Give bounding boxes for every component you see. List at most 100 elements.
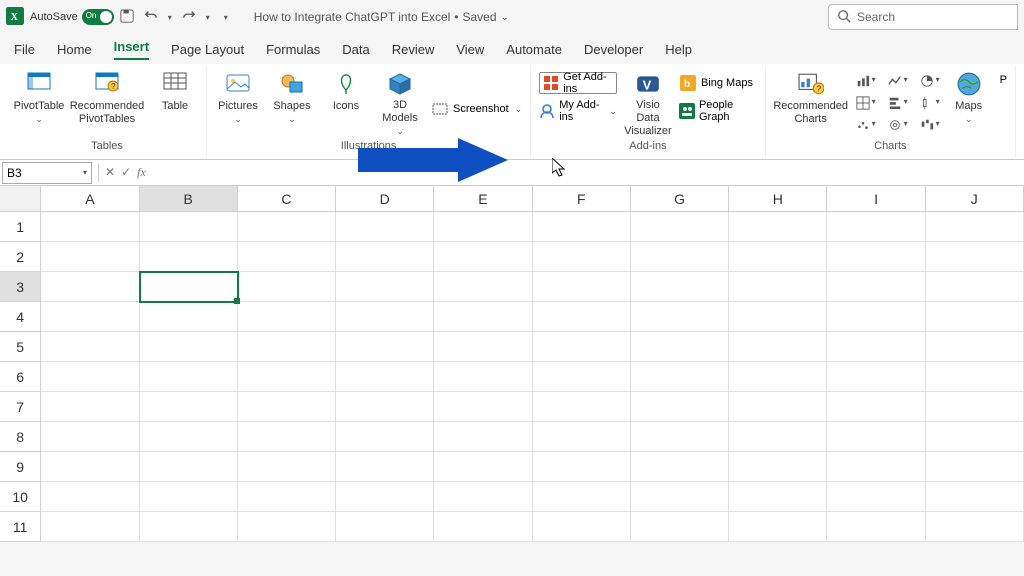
cell[interactable] <box>41 452 139 482</box>
cell[interactable] <box>434 392 532 422</box>
cell[interactable] <box>729 452 827 482</box>
cell[interactable] <box>238 212 336 242</box>
menu-file[interactable]: File <box>14 42 35 57</box>
name-box[interactable]: B3 ▾ <box>2 162 92 184</box>
cell[interactable] <box>533 362 631 392</box>
cell[interactable] <box>827 452 925 482</box>
cell[interactable] <box>631 302 729 332</box>
cell[interactable] <box>926 242 1024 272</box>
cell[interactable] <box>926 422 1024 452</box>
doc-title-chevron-icon[interactable]: ⌄ <box>501 12 509 23</box>
my-addins-button[interactable]: My Add-ins ⌄ <box>539 100 617 122</box>
cell[interactable] <box>827 482 925 512</box>
cell[interactable] <box>926 512 1024 542</box>
cell[interactable] <box>533 302 631 332</box>
row-header[interactable]: 9 <box>0 452 41 482</box>
column-header[interactable]: G <box>631 186 729 211</box>
cell[interactable] <box>434 332 532 362</box>
enter-formula-icon[interactable]: ✓ <box>121 165 131 180</box>
column-header[interactable]: I <box>827 186 925 211</box>
bar-chart-icon[interactable]: ▾ <box>888 94 906 112</box>
cell[interactable] <box>533 332 631 362</box>
cell[interactable] <box>729 332 827 362</box>
cell[interactable] <box>336 362 434 392</box>
cell[interactable] <box>827 512 925 542</box>
cell[interactable] <box>631 422 729 452</box>
cell[interactable] <box>41 242 139 272</box>
cell[interactable] <box>238 242 336 272</box>
cell[interactable] <box>140 482 238 512</box>
cell[interactable] <box>336 392 434 422</box>
cell[interactable] <box>336 512 434 542</box>
row-header[interactable]: 10 <box>0 482 41 512</box>
insert-function-icon[interactable]: fx <box>137 165 146 180</box>
row-header[interactable]: 1 <box>0 212 41 242</box>
cell[interactable] <box>41 512 139 542</box>
table-button[interactable]: Table <box>152 68 198 138</box>
row-header[interactable]: 3 <box>0 272 41 302</box>
shapes-button[interactable]: Shapes⌄ <box>269 68 315 138</box>
cell[interactable] <box>238 452 336 482</box>
get-addins-button[interactable]: Get Add-ins <box>539 72 617 94</box>
cell[interactable] <box>926 302 1024 332</box>
cell[interactable] <box>729 392 827 422</box>
cell[interactable] <box>140 242 238 272</box>
cell[interactable] <box>238 422 336 452</box>
cell[interactable] <box>631 362 729 392</box>
cell[interactable] <box>140 452 238 482</box>
menu-automate[interactable]: Automate <box>506 42 562 57</box>
cell[interactable] <box>926 452 1024 482</box>
pictures-button[interactable]: Pictures⌄ <box>215 68 261 138</box>
people-graph-button[interactable]: People Graph <box>679 100 757 122</box>
cell[interactable] <box>41 362 139 392</box>
column-header[interactable]: J <box>926 186 1024 211</box>
treemap-icon[interactable]: ▾ <box>856 94 874 112</box>
cell[interactable] <box>238 392 336 422</box>
cell[interactable] <box>336 422 434 452</box>
waterfall-chart-icon[interactable]: ▾ <box>920 116 938 134</box>
cell[interactable] <box>631 212 729 242</box>
cell[interactable] <box>41 482 139 512</box>
cancel-formula-icon[interactable]: ✕ <box>105 165 115 180</box>
cell[interactable] <box>140 392 238 422</box>
cell[interactable] <box>827 392 925 422</box>
search-input[interactable]: Search <box>828 4 1018 30</box>
bing-maps-button[interactable]: b Bing Maps <box>679 72 757 94</box>
menu-review[interactable]: Review <box>392 42 435 57</box>
cell[interactable] <box>926 392 1024 422</box>
cell[interactable] <box>631 482 729 512</box>
cell[interactable] <box>533 422 631 452</box>
menu-view[interactable]: View <box>456 42 484 57</box>
cell[interactable] <box>827 272 925 302</box>
cell[interactable] <box>729 302 827 332</box>
recommended-pivottables-button[interactable]: ? RecommendedPivotTables <box>70 68 144 138</box>
formula-bar-input[interactable] <box>146 162 1024 184</box>
row-header[interactable]: 6 <box>0 362 41 392</box>
cell[interactable] <box>41 272 139 302</box>
cell[interactable] <box>631 512 729 542</box>
row-header[interactable]: 4 <box>0 302 41 332</box>
qat-customize-icon[interactable]: ▾ <box>224 13 228 22</box>
cell[interactable] <box>729 212 827 242</box>
cell[interactable] <box>238 362 336 392</box>
select-all-corner[interactable] <box>0 186 41 211</box>
cell[interactable] <box>434 512 532 542</box>
cell[interactable] <box>434 242 532 272</box>
cell[interactable] <box>336 332 434 362</box>
cell[interactable] <box>926 272 1024 302</box>
cell[interactable] <box>238 332 336 362</box>
cell[interactable] <box>631 332 729 362</box>
cell[interactable] <box>140 512 238 542</box>
menu-formulas[interactable]: Formulas <box>266 42 320 57</box>
icons-button[interactable]: Icons <box>323 68 369 138</box>
row-header[interactable]: 8 <box>0 422 41 452</box>
cell[interactable] <box>336 272 434 302</box>
cell[interactable] <box>729 422 827 452</box>
cell[interactable] <box>631 272 729 302</box>
cell[interactable] <box>926 362 1024 392</box>
cell[interactable] <box>140 302 238 332</box>
redo-dropdown-icon[interactable]: ▾ <box>206 13 210 22</box>
surface-chart-icon[interactable]: ▾ <box>888 116 906 134</box>
cell[interactable] <box>336 452 434 482</box>
cell[interactable] <box>238 302 336 332</box>
